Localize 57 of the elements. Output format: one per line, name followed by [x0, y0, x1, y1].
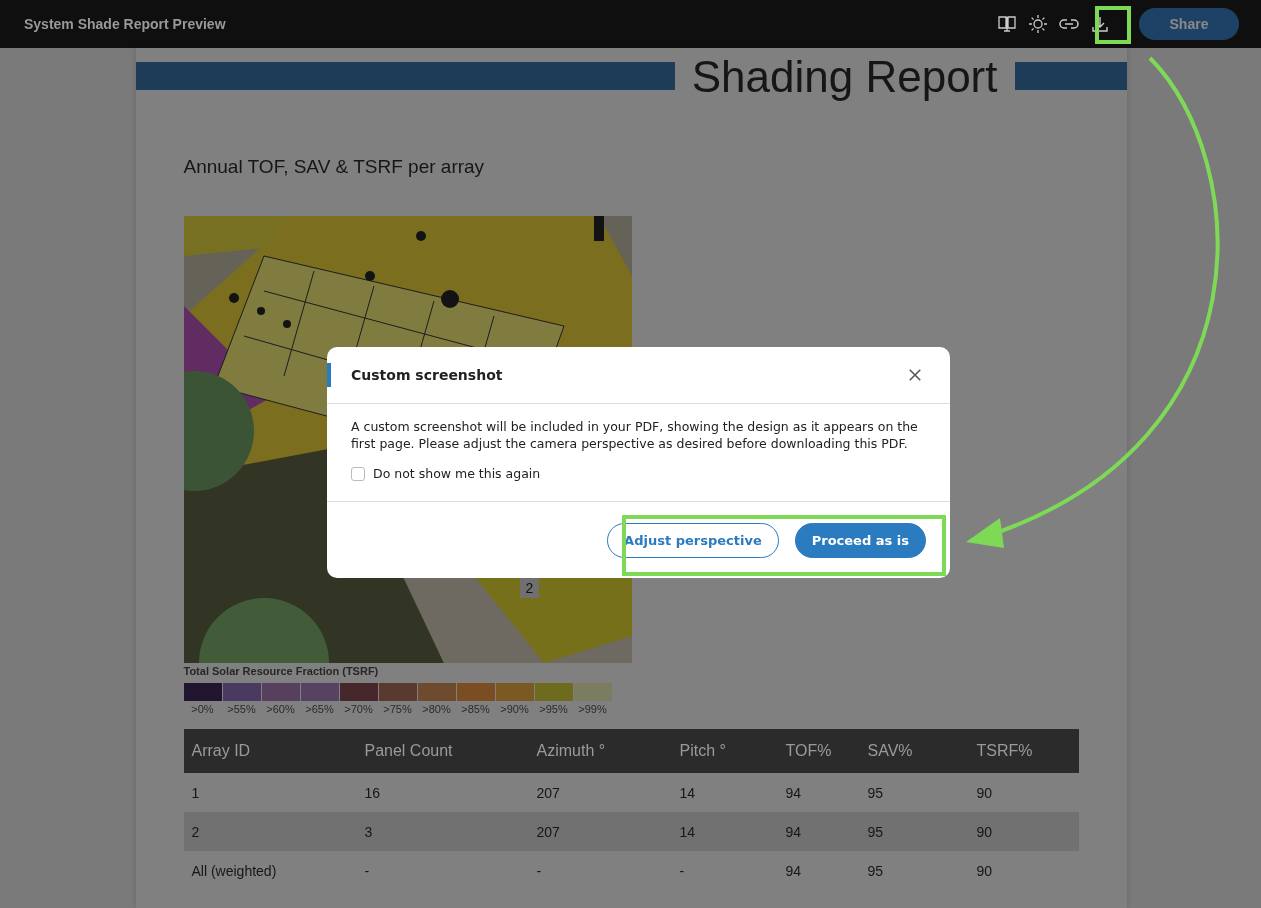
- adjust-button[interactable]: Adjust perspective: [607, 522, 779, 558]
- checkbox[interactable]: [351, 466, 365, 481]
- table-cell-text: 94: [784, 784, 803, 801]
- legend-label: >75%: [383, 703, 412, 715]
- table-cell-text: 94: [784, 823, 803, 840]
- column-header: Array ID: [190, 742, 252, 760]
- legend-label: >99%: [578, 703, 607, 715]
- section-heading: Annual TOF, SAV & TSRF per array: [183, 156, 486, 178]
- table-cell-text: 16: [363, 784, 382, 801]
- table-cell-text: All (weighted): [190, 862, 278, 879]
- table-cell-text: 1: [190, 784, 201, 801]
- dialog-title: Custom screenshot: [351, 367, 504, 383]
- column-header: Pitch °: [678, 742, 727, 760]
- legend-label: >65%: [305, 703, 334, 715]
- close-icon[interactable]: [908, 368, 922, 382]
- table-cell-text: 14: [678, 784, 697, 801]
- legend-title: Total Solar Resource Fraction (TSRF): [183, 665, 380, 677]
- legend-label: >55%: [227, 703, 256, 715]
- dialog-message: A custom screenshot will be included in your PDF, showing the design as it appears on the first page. Please adjust the camera perspective as desired before downloading this PDF.: [351, 418, 919, 452]
- column-header: TOF%: [784, 742, 833, 760]
- table-cell-text: 94: [784, 862, 803, 879]
- table-cell-text: -: [363, 862, 371, 879]
- table-cell-text: -: [678, 862, 686, 879]
- legend-label: >60%: [266, 703, 295, 715]
- column-header: Azimuth °: [535, 742, 607, 760]
- legend-label: >85%: [461, 703, 490, 715]
- table-cell-text: 3: [363, 823, 374, 840]
- report-title: Shading Report: [691, 51, 998, 103]
- legend-label: >0%: [191, 703, 214, 715]
- share-button[interactable]: Share: [1139, 8, 1239, 40]
- highlight-frame: [1095, 6, 1131, 44]
- table-cell-text: 90: [975, 784, 994, 801]
- sun-icon[interactable]: [1028, 14, 1048, 34]
- table-cell-text: 14: [678, 823, 697, 840]
- table-cell-text: 90: [975, 862, 994, 879]
- table-cell-text: 95: [866, 823, 885, 840]
- table-cell-text: 207: [535, 784, 561, 801]
- table-cell-text: -: [535, 862, 543, 879]
- app-title: System Shade Report Preview: [24, 16, 226, 32]
- legend-label: >95%: [539, 703, 568, 715]
- table-cell-text: 90: [975, 823, 994, 840]
- accent-bar: [327, 363, 331, 387]
- column-header: Panel Count: [363, 742, 454, 760]
- column-header: SAV%: [866, 742, 914, 760]
- legend-label: >70%: [344, 703, 373, 715]
- proceed-button[interactable]: Proceed as is: [794, 522, 926, 558]
- array-label: 2: [519, 578, 540, 598]
- legend-label: >90%: [500, 703, 529, 715]
- table-cell-text: 207: [535, 823, 561, 840]
- legend-label: >80%: [422, 703, 451, 715]
- table-cell-text: 95: [866, 784, 885, 801]
- table-cell-text: 2: [190, 823, 201, 840]
- table-cell-text: 95: [866, 862, 885, 879]
- checkbox-label[interactable]: Do not show me this again: [373, 466, 541, 481]
- book-monitor-icon[interactable]: [997, 14, 1017, 34]
- column-header: TSRF%: [975, 742, 1034, 760]
- download-icon[interactable]: [1090, 14, 1110, 34]
